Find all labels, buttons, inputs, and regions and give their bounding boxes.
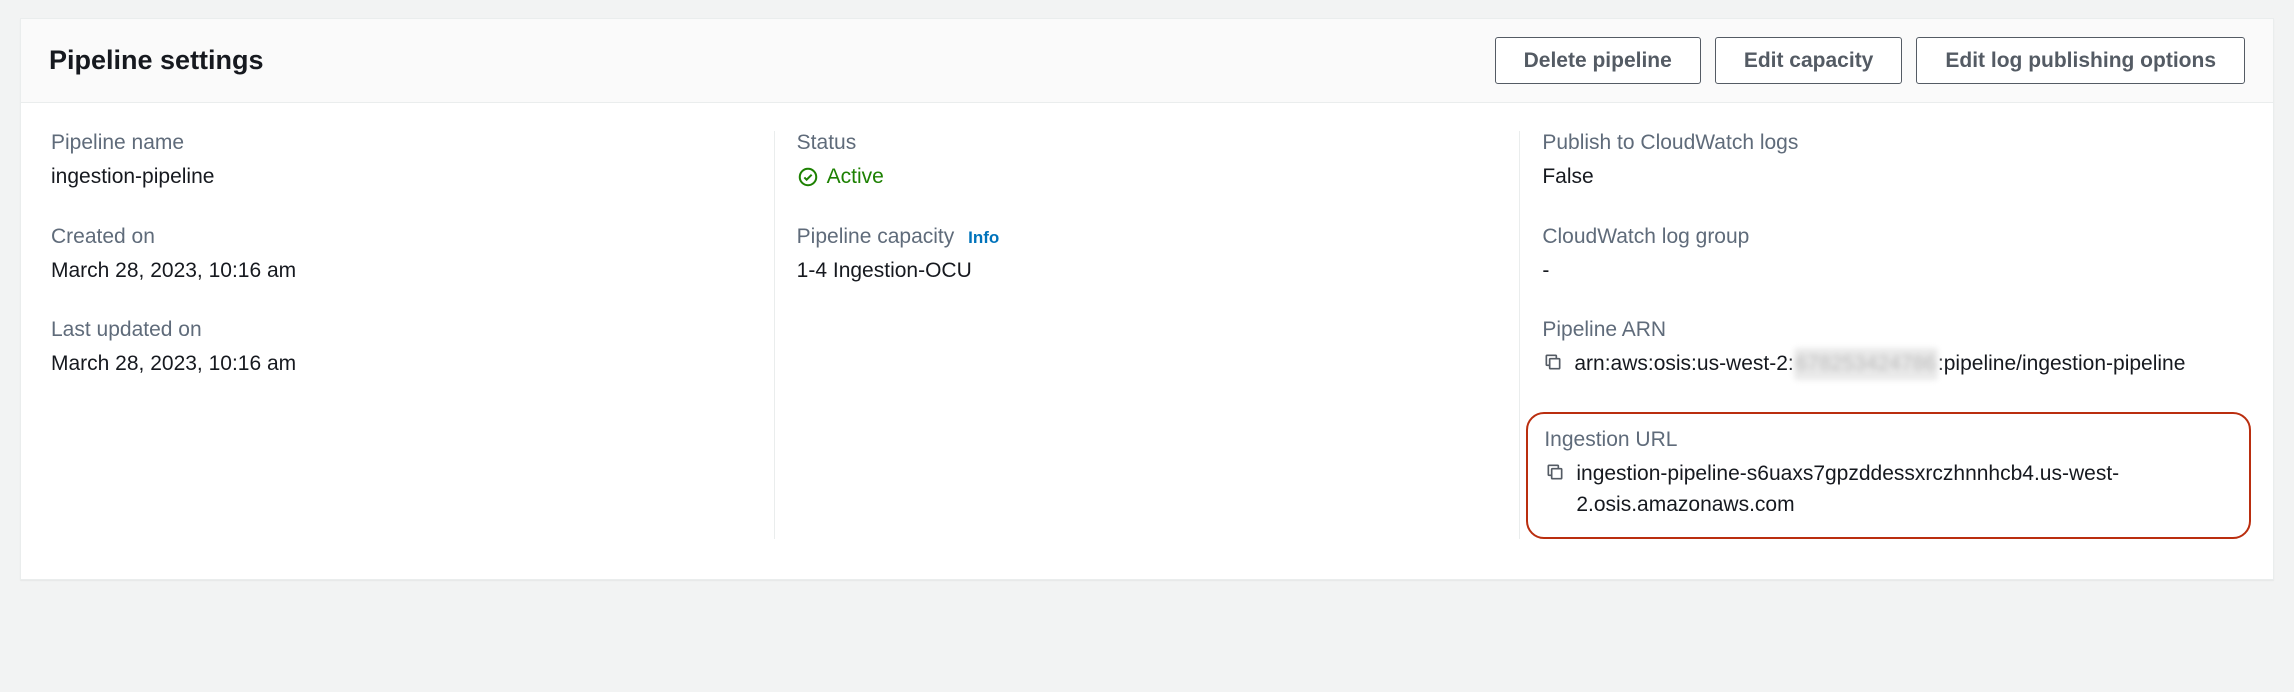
arn-suffix: :pipeline/ingestion-pipeline <box>1938 352 2186 375</box>
pipeline-arn-row: arn:aws:osis:us-west-2:678253424786:pipe… <box>1542 348 2243 380</box>
arn-prefix: arn:aws:osis:us-west-2: <box>1574 352 1793 375</box>
field-pipeline-capacity: Pipeline capacity Info 1-4 Ingestion-OCU <box>797 225 1498 287</box>
field-pipeline-name: Pipeline name ingestion-pipeline <box>51 131 752 193</box>
ingestion-url-value: ingestion-pipeline-s6uaxs7gpzddessxrczhn… <box>1576 458 2233 521</box>
last-updated-value: March 28, 2023, 10:16 am <box>51 348 752 380</box>
status-value-row: Active <box>797 161 1498 193</box>
copy-icon[interactable] <box>1544 461 1566 483</box>
field-status: Status Active <box>797 131 1498 193</box>
ingestion-url-highlight: Ingestion URL ingestion-pipeline-s6uaxs7… <box>1526 412 2251 539</box>
ingestion-url-row: ingestion-pipeline-s6uaxs7gpzddessxrczhn… <box>1544 458 2233 521</box>
field-publish-cloudwatch: Publish to CloudWatch logs False <box>1542 131 2243 193</box>
pipeline-capacity-label: Pipeline capacity <box>797 225 955 248</box>
column-3: Publish to CloudWatch logs False CloudWa… <box>1520 131 2243 539</box>
field-ingestion-url: Ingestion URL ingestion-pipeline-s6uaxs7… <box>1544 428 2233 521</box>
created-on-label: Created on <box>51 225 752 249</box>
check-circle-icon <box>797 166 819 188</box>
ingestion-url-label: Ingestion URL <box>1544 428 2233 452</box>
status-label: Status <box>797 131 1498 155</box>
pipeline-capacity-value: 1-4 Ingestion-OCU <box>797 255 1498 287</box>
field-pipeline-arn: Pipeline ARN arn:aws:osis:us-west-2:6782… <box>1542 318 2243 380</box>
field-created-on: Created on March 28, 2023, 10:16 am <box>51 225 752 287</box>
panel-body: Pipeline name ingestion-pipeline Created… <box>21 103 2273 579</box>
publish-cloudwatch-label: Publish to CloudWatch logs <box>1542 131 2243 155</box>
pipeline-name-value: ingestion-pipeline <box>51 161 752 193</box>
pipeline-name-label: Pipeline name <box>51 131 752 155</box>
pipeline-arn-value: arn:aws:osis:us-west-2:678253424786:pipe… <box>1574 348 2185 380</box>
column-2: Status Active Pipeline capacity Info <box>775 131 1521 539</box>
field-log-group: CloudWatch log group - <box>1542 225 2243 287</box>
info-link[interactable]: Info <box>968 228 999 247</box>
publish-cloudwatch-value: False <box>1542 161 2243 193</box>
copy-icon[interactable] <box>1542 351 1564 373</box>
panel-header: Pipeline settings Delete pipeline Edit c… <box>21 19 2273 103</box>
pipeline-arn-label: Pipeline ARN <box>1542 318 2243 342</box>
pipeline-settings-panel: Pipeline settings Delete pipeline Edit c… <box>20 18 2274 580</box>
field-last-updated: Last updated on March 28, 2023, 10:16 am <box>51 318 752 380</box>
column-1: Pipeline name ingestion-pipeline Created… <box>51 131 775 539</box>
log-group-label: CloudWatch log group <box>1542 225 2243 249</box>
edit-log-publishing-button[interactable]: Edit log publishing options <box>1916 37 2245 84</box>
last-updated-label: Last updated on <box>51 318 752 342</box>
created-on-value: March 28, 2023, 10:16 am <box>51 255 752 287</box>
pipeline-capacity-label-row: Pipeline capacity Info <box>797 225 1498 249</box>
edit-capacity-button[interactable]: Edit capacity <box>1715 37 1903 84</box>
page-title: Pipeline settings <box>49 45 264 76</box>
arn-redacted: 678253424786 <box>1794 348 1938 380</box>
status-value: Active <box>827 161 884 193</box>
action-buttons: Delete pipeline Edit capacity Edit log p… <box>1495 37 2245 84</box>
log-group-value: - <box>1542 255 2243 287</box>
delete-pipeline-button[interactable]: Delete pipeline <box>1495 37 1701 84</box>
